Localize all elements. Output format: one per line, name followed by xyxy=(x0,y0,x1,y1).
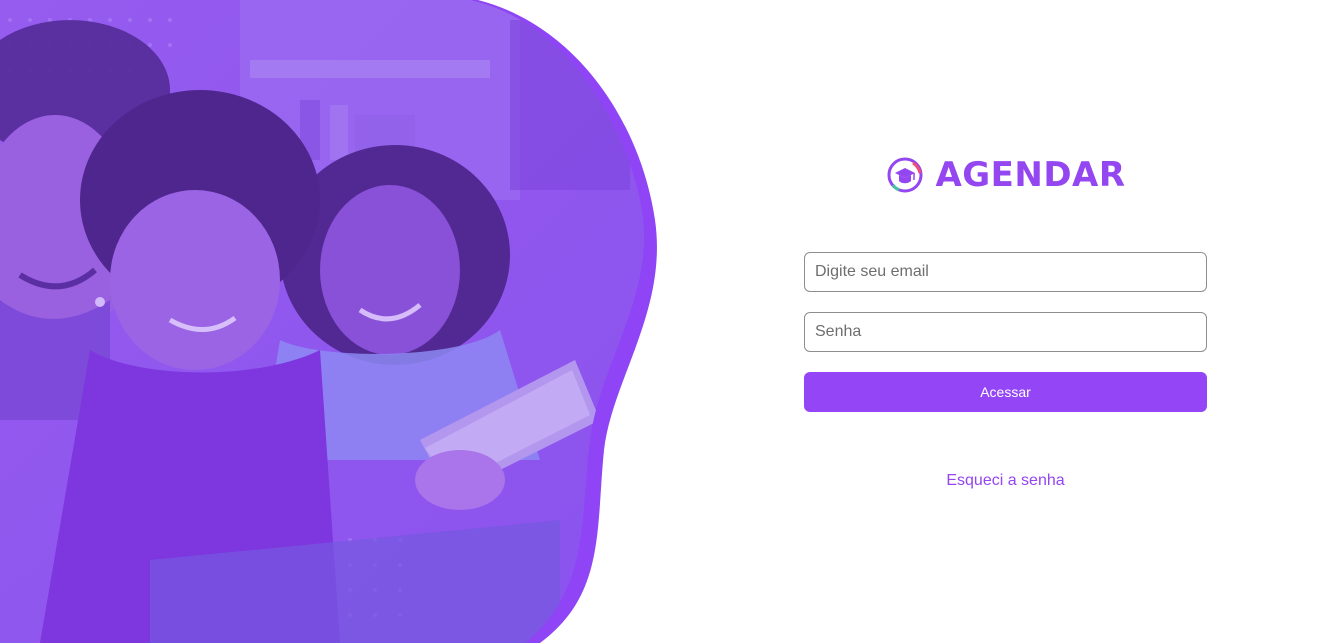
hero-photo xyxy=(0,0,657,643)
brand-name: AGENDAR xyxy=(935,155,1126,195)
password-field[interactable] xyxy=(804,312,1207,352)
login-page: AGENDAR Acessar Esqueci a senha xyxy=(0,0,1337,643)
hero-photo-panel xyxy=(0,0,670,643)
email-field[interactable] xyxy=(804,252,1207,292)
brand-header: AGENDAR xyxy=(804,150,1207,200)
forgot-password-link[interactable]: Esqueci a senha xyxy=(804,472,1207,490)
login-form: AGENDAR Acessar Esqueci a senha xyxy=(804,150,1207,490)
graduation-cap-icon xyxy=(885,155,925,195)
login-button[interactable]: Acessar xyxy=(804,372,1207,412)
